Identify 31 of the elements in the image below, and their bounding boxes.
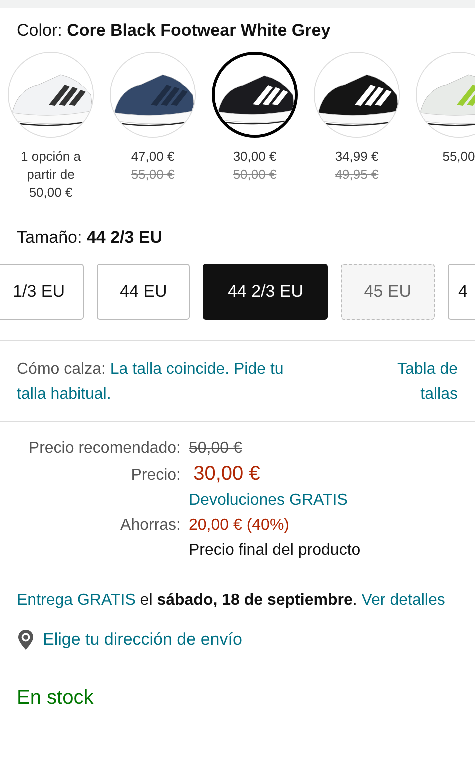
stock-status: En stock [16, 686, 95, 710]
swatch-price: 47,00 € [130, 148, 176, 166]
list-price: 50,00 € [189, 440, 244, 458]
swatch-list-price: 50,00 € [233, 166, 277, 184]
size-option[interactable]: 45 EU [341, 264, 434, 320]
size-option[interactable]: 44 EU [97, 264, 190, 320]
price-label: Precio: [131, 467, 181, 484]
size-label: Tamaño: 44 2/3 EU [17, 228, 164, 248]
size-option[interactable]: 44 2/3 EU [203, 264, 328, 320]
size-option[interactable]: 1/3 EU [0, 264, 84, 320]
details-link[interactable]: Ver detalles [362, 592, 446, 609]
final-price-note: Precio final del producto [189, 542, 362, 560]
swatch-price: 55,00 [442, 148, 475, 166]
sale-price: 30,00 € [192, 465, 262, 483]
fit-text: Cómo calza: La talla coincide. Pide tu talla habitual. [17, 360, 285, 405]
color-label: Color: Core Black Footwear White Grey [17, 21, 332, 41]
swatch-list-price: 49,95 € [335, 166, 379, 184]
address-link[interactable]: Elige tu dirección de envío [43, 630, 242, 650]
swatch-price: 1 opción a partir de 50,00 € [20, 148, 82, 202]
returns-link[interactable]: Devoluciones GRATIS [189, 492, 475, 510]
size-chart-link[interactable]: Tabla de tallas [378, 357, 458, 407]
swatch-price: 30,00 € [232, 148, 278, 166]
savings-amount: 20,00 € (40%) [189, 517, 291, 535]
location-pin-icon [17, 629, 35, 651]
delivery-text: Entrega GRATIS el sábado, 18 de septiembre. Ver detalles [16, 591, 446, 611]
delivery-link[interactable]: Entrega GRATIS [17, 592, 136, 609]
price-label: Ahorras: [120, 517, 181, 534]
price-label: Precio recomendado: [28, 440, 181, 457]
swatch-list-price: 55,00 € [131, 166, 175, 184]
size-option[interactable]: 4 [448, 264, 475, 320]
swatch-price: 34,99 € [334, 148, 380, 166]
